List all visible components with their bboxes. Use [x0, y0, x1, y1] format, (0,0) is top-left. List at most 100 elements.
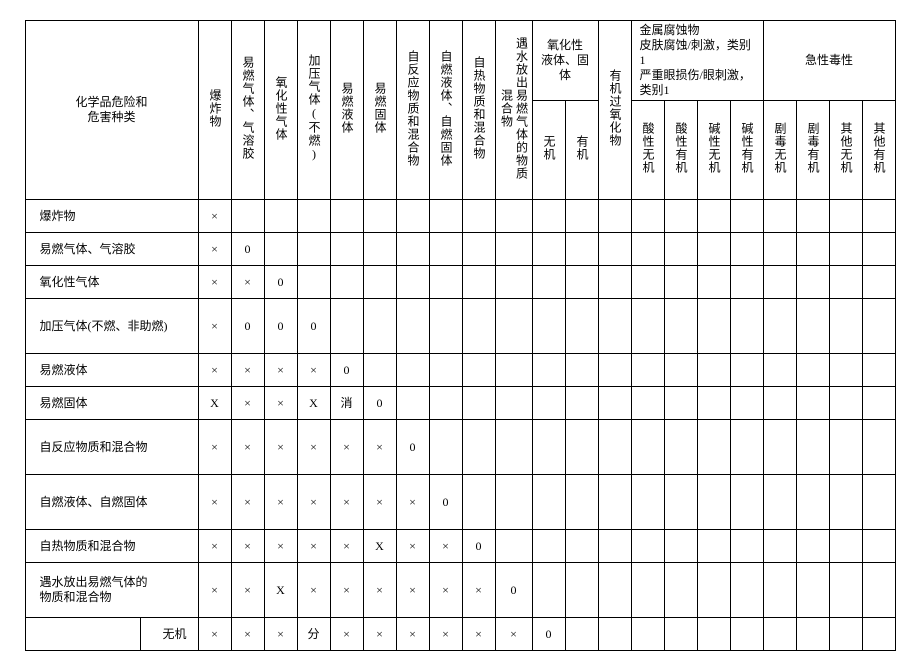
- cell: 分: [297, 618, 330, 651]
- cell: [429, 299, 462, 354]
- cell: [829, 387, 862, 420]
- cell: [330, 266, 363, 299]
- cell: [862, 420, 895, 475]
- row-label: 易燃固体: [25, 387, 198, 420]
- cell: [697, 618, 730, 651]
- cell: [495, 299, 532, 354]
- cell: [462, 200, 495, 233]
- cell: 0: [330, 354, 363, 387]
- cell: ×: [198, 200, 231, 233]
- cell: 0: [231, 299, 264, 354]
- cell: [664, 233, 697, 266]
- cell: [598, 387, 631, 420]
- cell: [495, 354, 532, 387]
- cell: [495, 420, 532, 475]
- cell: 0: [532, 618, 565, 651]
- cell: [532, 475, 565, 530]
- cell: [664, 618, 697, 651]
- cell: ×: [231, 420, 264, 475]
- cell: [598, 420, 631, 475]
- cell: [829, 618, 862, 651]
- cell: [565, 420, 598, 475]
- cell: ×: [297, 475, 330, 530]
- cell: [330, 299, 363, 354]
- cell: [396, 266, 429, 299]
- cell: [796, 233, 829, 266]
- cell: [664, 387, 697, 420]
- cell: [598, 618, 631, 651]
- col-subheader: 酸性无机: [640, 103, 655, 193]
- cell: [565, 200, 598, 233]
- cell: [396, 200, 429, 233]
- col-header: 自反应物质和混合物: [405, 33, 420, 183]
- cell: [862, 299, 895, 354]
- cell: [697, 530, 730, 563]
- col-subheader: 无机: [541, 103, 556, 193]
- col-subheader: 有机: [574, 103, 589, 193]
- cell: 消: [330, 387, 363, 420]
- cell: [664, 563, 697, 618]
- col-subheader: 碱性无机: [706, 103, 721, 193]
- cell: [495, 530, 532, 563]
- cell: [862, 354, 895, 387]
- cell: [429, 420, 462, 475]
- cell: ×: [396, 563, 429, 618]
- col-header: 氧化性气体: [273, 33, 288, 183]
- cell: [730, 387, 763, 420]
- cell: [532, 420, 565, 475]
- cell: [763, 530, 796, 563]
- group-toxicity: 急性毒性: [763, 21, 895, 101]
- cell: [829, 530, 862, 563]
- cell: [231, 200, 264, 233]
- cell: [796, 266, 829, 299]
- cell: [462, 387, 495, 420]
- cell: [598, 530, 631, 563]
- cell: [862, 233, 895, 266]
- compat-table: 化学品危险和 危害种类爆炸物易燃气体、气溶胶氧化性气体加压气体(不燃)易燃液体易…: [25, 20, 896, 651]
- cell: [730, 475, 763, 530]
- cell: [598, 475, 631, 530]
- cell: [664, 475, 697, 530]
- cell: X: [264, 563, 297, 618]
- cell: [598, 200, 631, 233]
- cell: [532, 354, 565, 387]
- cell: [297, 233, 330, 266]
- cell: [862, 618, 895, 651]
- cell: [697, 420, 730, 475]
- cell: [763, 266, 796, 299]
- cell: ×: [462, 563, 495, 618]
- cell: [664, 420, 697, 475]
- cell: ×: [297, 354, 330, 387]
- cell: ×: [330, 530, 363, 563]
- cell: [396, 233, 429, 266]
- cell: [796, 618, 829, 651]
- cell: 0: [396, 420, 429, 475]
- col-subheader: 剧毒有机: [805, 103, 820, 193]
- cell: [429, 354, 462, 387]
- cell: [796, 563, 829, 618]
- cell: ×: [429, 563, 462, 618]
- cell: 0: [231, 233, 264, 266]
- cell: [565, 563, 598, 618]
- cell: ×: [396, 618, 429, 651]
- cell: X: [363, 530, 396, 563]
- cell: ×: [198, 354, 231, 387]
- row-label: 自燃液体、自燃固体: [25, 475, 198, 530]
- cell: ×: [363, 420, 396, 475]
- cell: [763, 354, 796, 387]
- cell: [829, 563, 862, 618]
- cell: ×: [462, 618, 495, 651]
- cell: ×: [429, 618, 462, 651]
- row-label: 加压气体(不燃、非助燃): [25, 299, 198, 354]
- cell: [796, 387, 829, 420]
- cell: [730, 233, 763, 266]
- cell: ×: [396, 530, 429, 563]
- cell: [598, 563, 631, 618]
- cell: [462, 354, 495, 387]
- col-header: 自燃液体、自燃固体: [438, 33, 453, 183]
- cell: [829, 354, 862, 387]
- cell: [495, 233, 532, 266]
- cell: [598, 299, 631, 354]
- cell: [862, 530, 895, 563]
- cell: [697, 299, 730, 354]
